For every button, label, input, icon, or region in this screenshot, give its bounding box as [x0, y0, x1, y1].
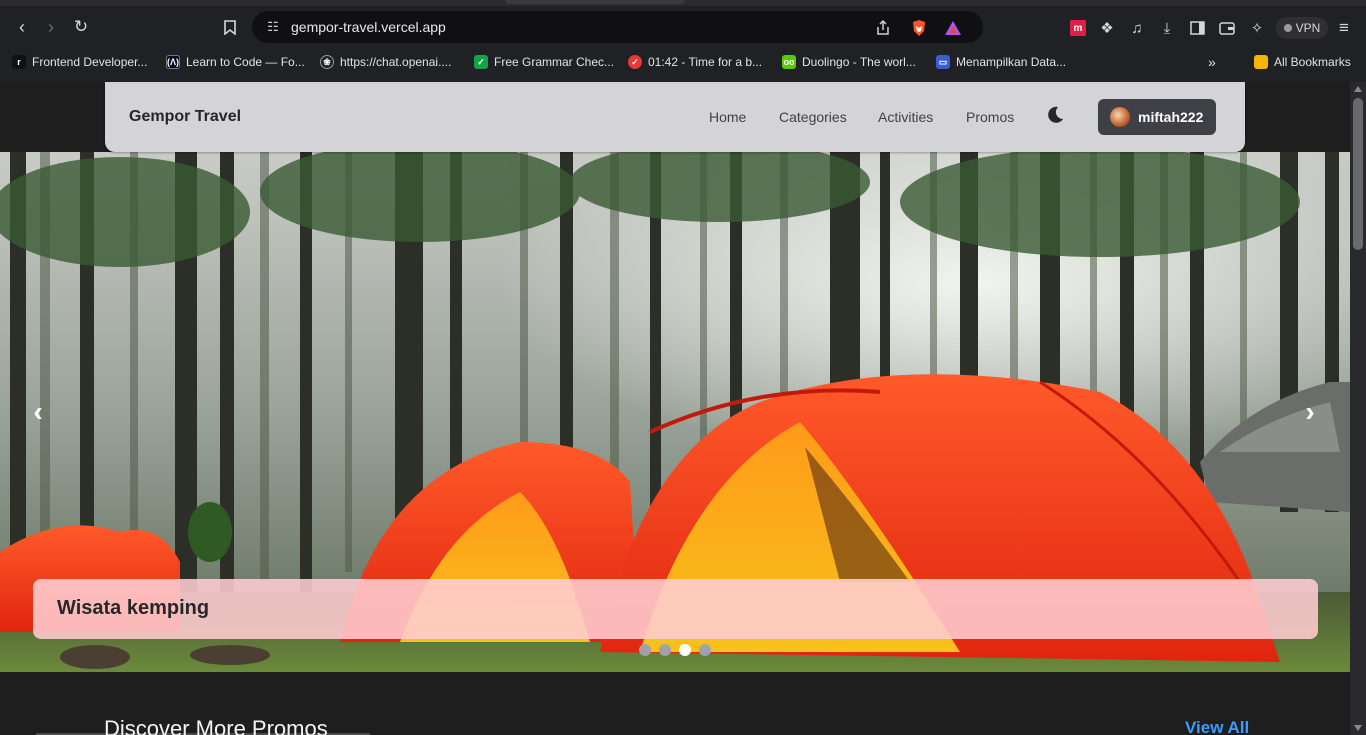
- page-scrollbar[interactable]: [1350, 82, 1366, 735]
- media-music-icon[interactable]: ♫: [1126, 17, 1148, 39]
- slide-caption-text: Wisata kemping: [57, 597, 210, 619]
- bookmark-item[interactable]: ✓ 01:42 - Time for a b...: [628, 53, 762, 71]
- extensions-puzzle-icon[interactable]: ❖: [1096, 17, 1118, 39]
- site-brand[interactable]: Gempor Travel: [129, 108, 241, 126]
- tab-strip: [0, 0, 1366, 6]
- site-settings-icon[interactable]: ☷: [264, 18, 282, 36]
- scroll-up-icon[interactable]: [1354, 86, 1362, 92]
- bookmark-item[interactable]: ❀ https://chat.openai....: [320, 53, 451, 71]
- wallet-icon[interactable]: [1216, 17, 1238, 39]
- nav-link-categories[interactable]: Categories: [779, 109, 847, 125]
- more-bookmarks-icon[interactable]: »: [1208, 53, 1216, 71]
- bookmark-icon[interactable]: [217, 14, 243, 40]
- brave-rewards-icon[interactable]: [942, 17, 964, 39]
- menu-icon[interactable]: ≡: [1333, 17, 1355, 39]
- openai-icon: ❀: [320, 55, 334, 69]
- bookmark-label: Duolingo - The worl...: [802, 55, 916, 69]
- nav-link-promos[interactable]: Promos: [966, 109, 1014, 125]
- forward-icon[interactable]: ›: [38, 14, 64, 40]
- all-bookmarks-folder[interactable]: All Bookmarks: [1254, 53, 1351, 71]
- folder-icon: [1254, 55, 1268, 69]
- dark-mode-moon-icon[interactable]: [1045, 105, 1067, 127]
- slide-caption: Wisata kemping: [33, 579, 1318, 639]
- url-text[interactable]: gempor-travel.vercel.app: [291, 19, 446, 35]
- scroll-down-icon[interactable]: [1354, 725, 1362, 731]
- scrollbar-thumb[interactable]: [1353, 98, 1363, 250]
- downloads-icon[interactable]: ⤓: [1156, 17, 1178, 39]
- bookmark-label: Free Grammar Chec...: [494, 55, 615, 69]
- share-icon[interactable]: [872, 17, 894, 39]
- duolingo-icon: oo: [782, 55, 796, 69]
- bookmark-label: Learn to Code — Fo...: [186, 55, 305, 69]
- back-icon[interactable]: ‹: [9, 14, 35, 40]
- timer-check-icon: ✓: [628, 55, 642, 69]
- carousel-dot-active[interactable]: [679, 644, 691, 656]
- browser-chrome: ‹ › ↻ ☷ gempor-travel.vercel.app m ❖ ♫ ⤓: [0, 0, 1366, 82]
- bookmark-label: 01:42 - Time for a b...: [648, 55, 763, 69]
- hero-carousel: ‹ › Wisata kemping: [0, 152, 1350, 672]
- carousel-prev-icon[interactable]: ‹: [18, 392, 58, 432]
- leo-ai-icon[interactable]: ✧: [1246, 17, 1268, 39]
- freecodecamp-icon: (Λ): [166, 55, 180, 69]
- bookmark-label: Frontend Developer...: [32, 55, 148, 69]
- vpn-button[interactable]: VPN: [1276, 17, 1328, 39]
- bookmark-label: https://chat.openai....: [340, 55, 452, 69]
- bookmark-item[interactable]: ✓ Free Grammar Chec...: [474, 53, 614, 71]
- bookmark-label: Menampilkan Data...: [956, 55, 1067, 69]
- carousel-dot[interactable]: [699, 644, 711, 656]
- bookmark-item[interactable]: (Λ) Learn to Code — Fo...: [166, 53, 305, 71]
- bookmark-item[interactable]: r Frontend Developer...: [12, 53, 147, 71]
- promos-section-title: Discover More Promos: [104, 716, 328, 735]
- site-navbar: Gempor Travel Home Categories Activities…: [105, 82, 1245, 152]
- active-tab[interactable]: [505, 0, 685, 4]
- mendeley-extension-icon[interactable]: m: [1067, 17, 1089, 39]
- bookmark-item[interactable]: ▭ Menampilkan Data...: [936, 53, 1066, 71]
- vpn-label: VPN: [1295, 21, 1321, 35]
- laptop-icon: ▭: [936, 55, 950, 69]
- reload-icon[interactable]: ↻: [68, 14, 94, 40]
- nav-link-home[interactable]: Home: [709, 109, 746, 125]
- address-bar[interactable]: ☷ gempor-travel.vercel.app: [252, 11, 983, 43]
- browser-toolbar: ‹ › ↻ ☷ gempor-travel.vercel.app m ❖ ♫ ⤓: [0, 8, 1366, 46]
- user-menu-button[interactable]: miftah222: [1098, 99, 1216, 135]
- bookmarks-bar: r Frontend Developer... (Λ) Learn to Cod…: [0, 50, 1366, 74]
- carousel-dot[interactable]: [659, 644, 671, 656]
- brave-shields-icon[interactable]: [908, 17, 930, 39]
- carousel-indicators: [639, 644, 711, 656]
- nav-link-activities[interactable]: Activities: [878, 109, 933, 125]
- bookmark-item[interactable]: oo Duolingo - The worl...: [782, 53, 916, 71]
- carousel-next-icon[interactable]: ›: [1290, 392, 1330, 432]
- vpn-status-icon: [1283, 24, 1292, 32]
- sidebar-toggle-icon[interactable]: [1186, 17, 1208, 39]
- frontendmentor-icon: r: [12, 55, 26, 69]
- view-all-link[interactable]: View All: [1185, 718, 1249, 735]
- grammar-check-icon: ✓: [474, 55, 488, 69]
- username-label: miftah222: [1138, 109, 1204, 125]
- page-viewport: Gempor Travel Home Categories Activities…: [0, 82, 1350, 735]
- all-bookmarks-label: All Bookmarks: [1274, 55, 1351, 69]
- avatar: [1110, 107, 1130, 127]
- carousel-dot[interactable]: [639, 644, 651, 656]
